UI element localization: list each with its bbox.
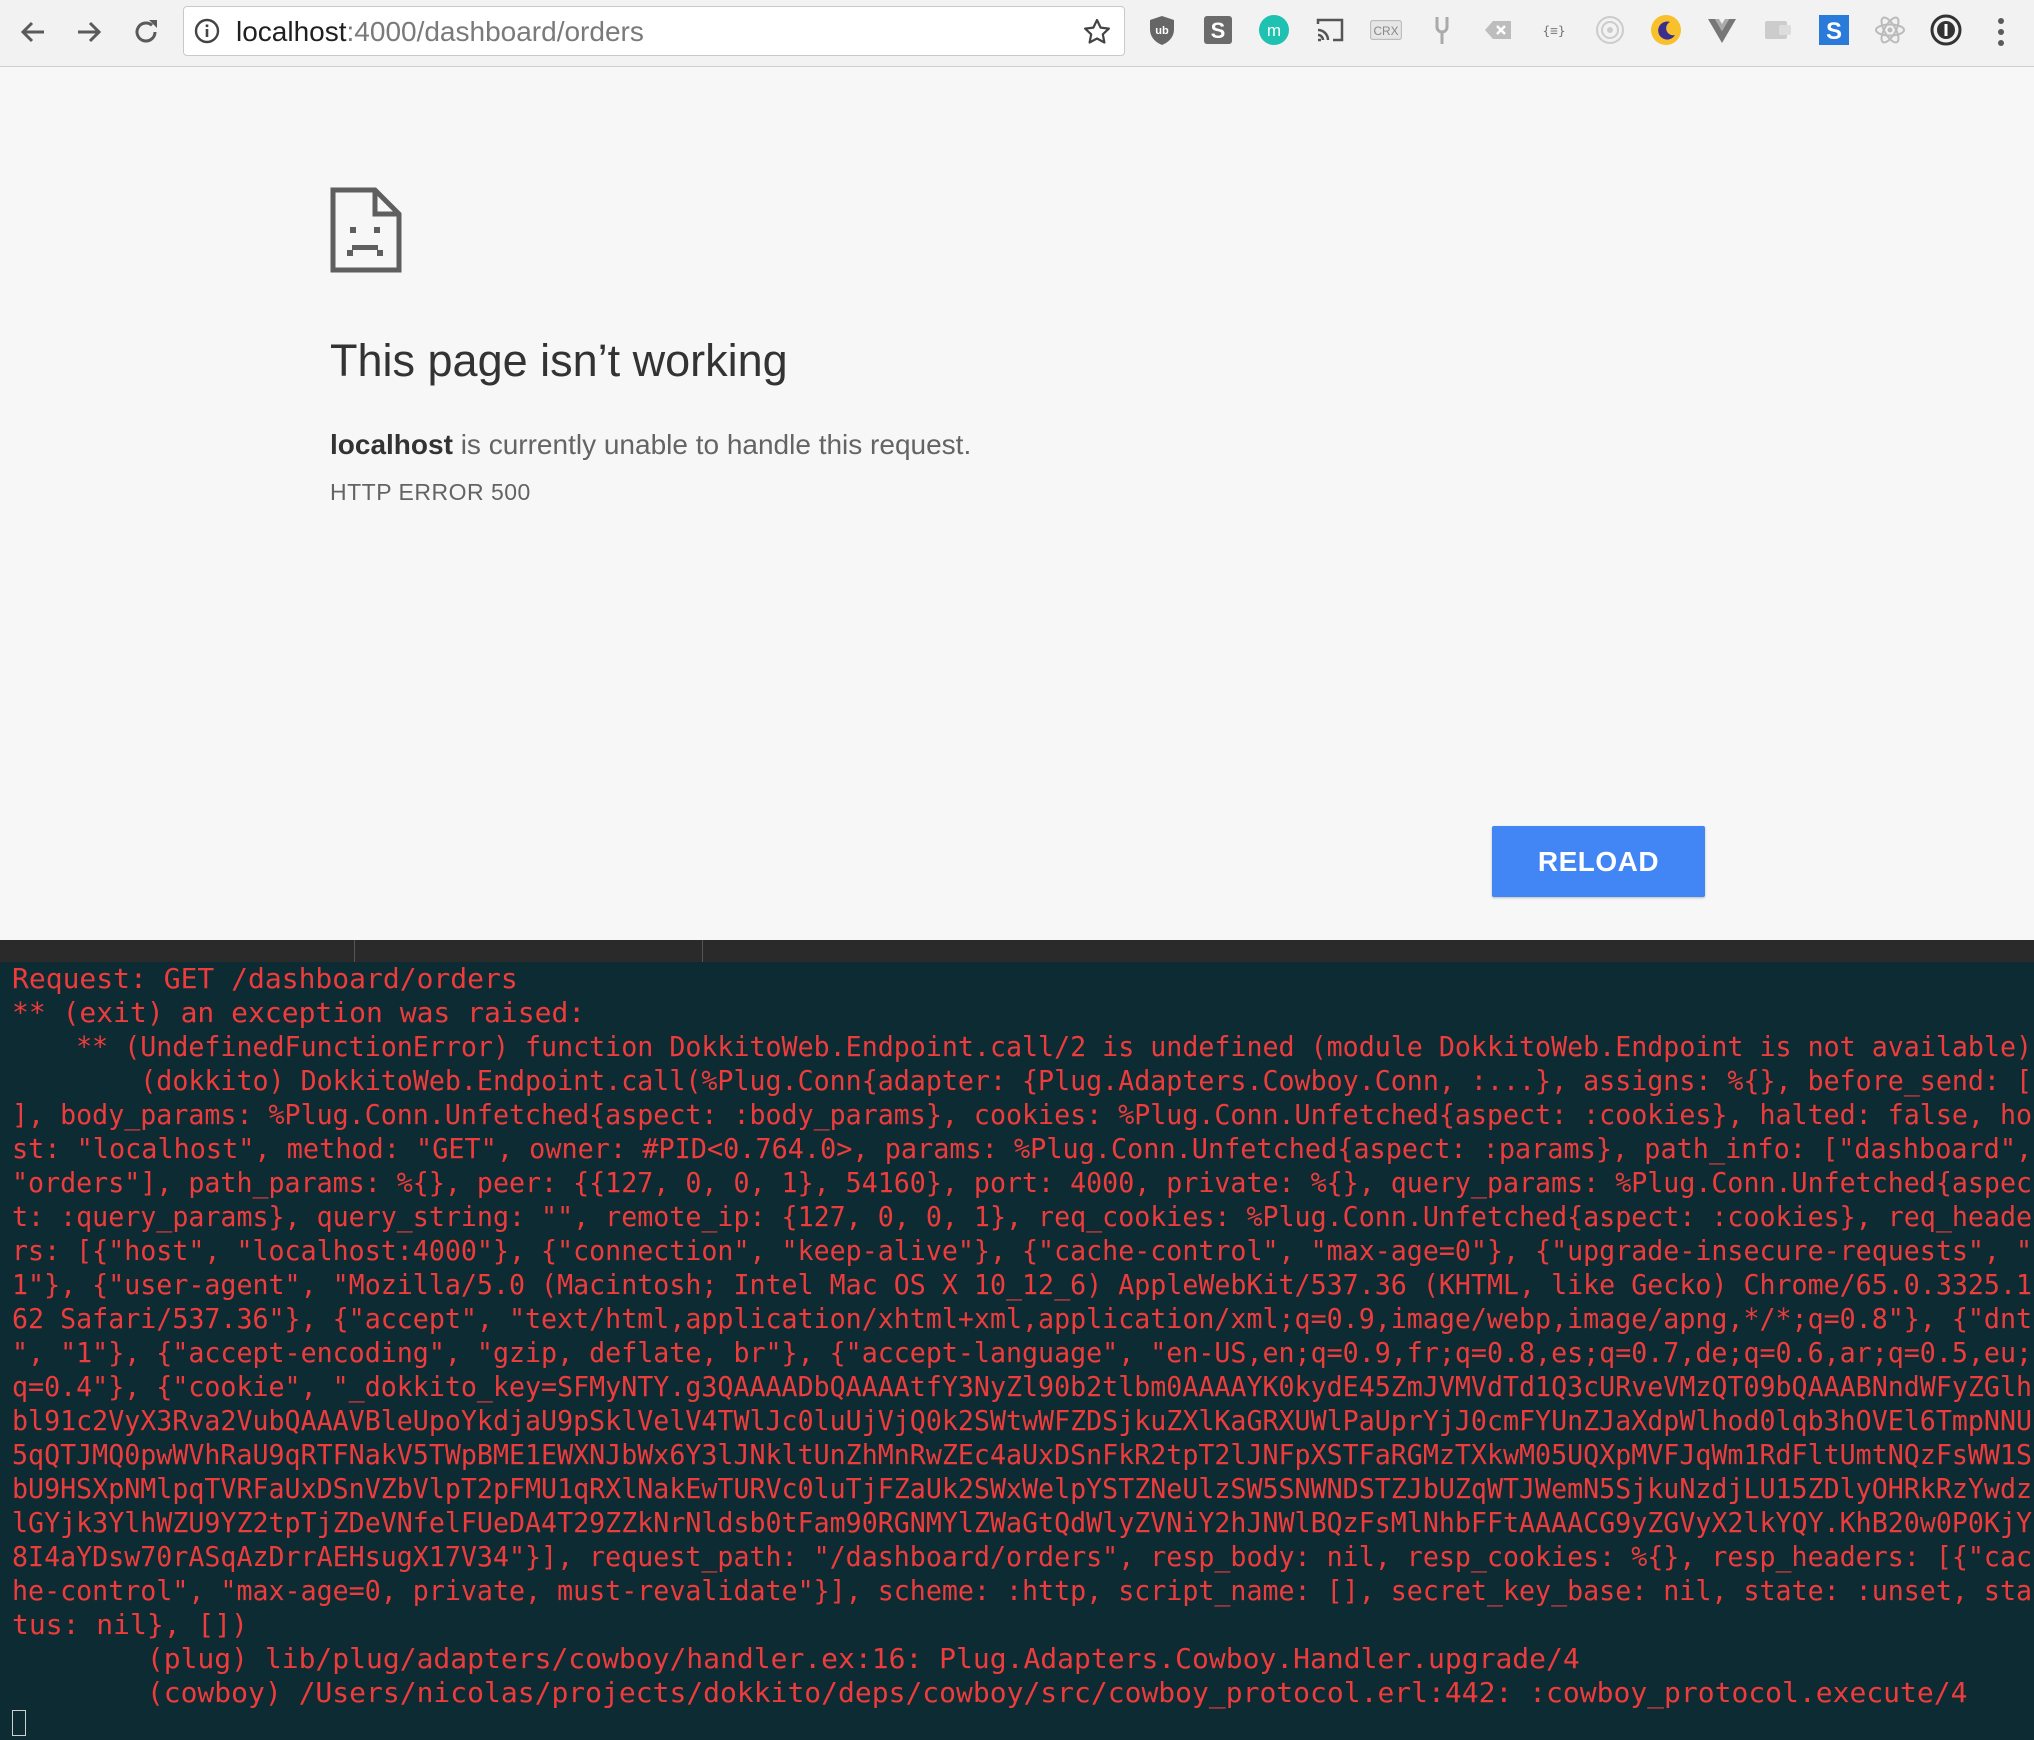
crx-icon[interactable]: CRX [1366, 10, 1406, 50]
json-icon[interactable]: {≡} [1534, 10, 1574, 50]
svg-text:CRX: CRX [1373, 24, 1398, 38]
info-icon[interactable] [194, 18, 220, 44]
forward-button[interactable] [65, 8, 113, 56]
svg-text:m: m [1267, 21, 1281, 40]
url-path: :4000/dashboard/orders [346, 16, 644, 47]
svg-text:S: S [1211, 18, 1226, 43]
bookmark-star-icon[interactable] [1082, 17, 1112, 47]
error-title: This page isn’t working [330, 335, 788, 386]
terminal-line: rs: [{"host", "localhost:4000"}, {"conne… [12, 1234, 2033, 1267]
back-arrow-icon [20, 21, 44, 43]
cast-icon[interactable] [1310, 10, 1350, 50]
ublock-icon[interactable]: ub [1142, 10, 1182, 50]
terminal-line: 1"}, {"user-agent", "Mozilla/5.0 (Macint… [12, 1268, 2033, 1301]
terminal-line: st: "localhost", method: "GET", owner: #… [12, 1132, 2033, 1165]
terminal-line: ", "1"}, {"accept-encoding", "gzip, defl… [12, 1336, 2033, 1369]
address-bar[interactable]: localhost:4000/dashboard/orders [183, 6, 1125, 56]
error-code: HTTP ERROR 500 [330, 479, 531, 505]
sad-page-icon [330, 187, 402, 273]
reload-button[interactable]: RELOAD [1492, 826, 1705, 897]
url-text[interactable]: localhost:4000/dashboard/orders [236, 7, 644, 57]
error-message: is currently unable to handle this reque… [452, 429, 972, 460]
terminal-line: ** (exit) an exception was raised: [12, 996, 586, 1029]
refresh-icon [135, 20, 157, 43]
react-devtools-icon[interactable] [1870, 10, 1910, 50]
password-manager-icon[interactable] [1926, 10, 1966, 50]
svg-text:ub: ub [1155, 25, 1169, 37]
terminal-tab[interactable] [354, 940, 703, 962]
terminal-line: 8I4aYDsw70rASqAzDrrAEHsugX17V34"}], requ… [12, 1540, 2033, 1573]
terminal-line: (cowboy) /Users/nicolas/projects/dokkito… [12, 1676, 1968, 1709]
screen-capture-icon[interactable] [1758, 10, 1798, 50]
back-button[interactable] [9, 8, 57, 56]
error-host: localhost [330, 429, 453, 460]
url-host: localhost [236, 16, 347, 47]
terminal-line: 62 Safari/537.36"}, {"accept", "text/htm… [12, 1302, 2033, 1335]
target-icon[interactable] [1590, 10, 1630, 50]
browser-toolbar: localhost:4000/dashboard/orders ub S m C… [0, 0, 2034, 67]
terminal-line: lGYjk3YlhWZU9YZ2tpTjZDeVNfelFUeDA4T29ZZk… [12, 1506, 2033, 1539]
forward-arrow-icon [78, 21, 102, 43]
svg-text:{≡}: {≡} [1542, 24, 1565, 39]
terminal-line: bl91c2VyX3Rva2VubQAAAVBleUpoYkdjaU9pSklV… [12, 1404, 2033, 1437]
terminal-line: bU9HSXpNMlpqTVRFaUxDSnVZbVlpT2pFMU1qRXlN… [12, 1472, 2033, 1505]
clear-icon[interactable] [1478, 10, 1518, 50]
terminal-line: tus: nil}, []) [12, 1608, 249, 1641]
s-extension-icon[interactable]: S [1198, 10, 1238, 50]
terminal-cursor [12, 1710, 26, 1736]
reload-page-button[interactable] [122, 8, 170, 56]
terminal-line: (plug) lib/plug/adapters/cowboy/handler.… [12, 1642, 1580, 1675]
terminal-line: 5qQTJMQ0pwWVhRaU9qRTFNakV5TWpBME1EWXNJbW… [12, 1438, 2033, 1471]
svg-text:S: S [1826, 18, 1842, 45]
error-description: localhost is currently unable to handle … [330, 429, 971, 461]
terminal-line: (dokkito) DokkitoWeb.Endpoint.call(%Plug… [12, 1064, 2033, 1097]
terminal-line: Request: GET /dashboard/orders [12, 962, 518, 995]
terminal-line: "orders"], path_params: %{}, peer: {{127… [12, 1166, 2033, 1199]
terminal-line: q=0.4"}, {"cookie", "_dokkito_key=SFMyNT… [12, 1370, 2033, 1403]
m-extension-icon[interactable]: m [1254, 10, 1294, 50]
terminal-tab-bar [0, 940, 2034, 962]
tuning-fork-icon[interactable] [1422, 10, 1462, 50]
s-blue-icon[interactable]: S [1814, 10, 1854, 50]
terminal-tab[interactable] [0, 940, 355, 962]
terminal-output: Request: GET /dashboard/orders ** (exit)… [0, 962, 2034, 1740]
terminal-line: ** (UndefinedFunctionError) function Dok… [12, 1030, 2033, 1063]
terminal-line: t: :query_params}, query_string: "", rem… [12, 1200, 2033, 1233]
browser-menu-button[interactable] [1986, 12, 2016, 52]
terminal-line: he-control", "max-age=0, private, must-r… [12, 1574, 2033, 1607]
terminal-line: ], body_params: %Plug.Conn.Unfetched{asp… [12, 1098, 2033, 1131]
error-page: This page isn’t working localhost is cur… [0, 67, 2034, 940]
vue-devtools-icon[interactable] [1702, 10, 1742, 50]
night-mode-icon[interactable] [1646, 10, 1686, 50]
